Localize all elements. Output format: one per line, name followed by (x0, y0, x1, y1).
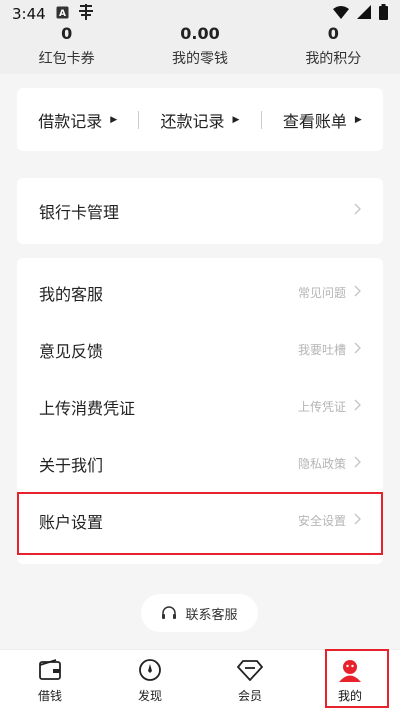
borrow-records-link[interactable]: 借款记录 ▶ (17, 108, 138, 132)
stat-coupons[interactable]: 0 红包卡券 (0, 22, 133, 74)
bank-card: 银行卡管理 (17, 178, 383, 244)
svg-text:A: A (59, 9, 66, 19)
menu-row-upload-receipt[interactable]: 上传消费凭证 上传凭证 (17, 378, 383, 435)
triangle-right-icon: ▶ (354, 114, 362, 125)
stat-label: 我的零钱 (171, 51, 228, 67)
bank-card-management-row[interactable]: 银行卡管理 (17, 178, 383, 244)
row-label: 我的客服 (39, 284, 104, 304)
chevron-right-icon (354, 203, 361, 219)
stat-points[interactable]: 0 我的积分 (267, 22, 400, 74)
compass-icon (138, 657, 162, 683)
stat-label: 我的积分 (305, 51, 362, 67)
row-hint: 常见问题 (297, 286, 346, 300)
battery-icon (379, 4, 388, 24)
tab-label: 发现 (137, 689, 162, 703)
chevron-right-icon (354, 342, 361, 358)
row-hint: 我要吐槽 (297, 343, 346, 357)
tab-membership[interactable]: 会员 (200, 650, 300, 711)
record-label: 还款记录 (160, 111, 225, 131)
stat-value: 0.00 (180, 24, 220, 43)
stat-change[interactable]: 0.00 我的零钱 (133, 22, 266, 74)
chevron-right-icon (354, 285, 361, 301)
chevron-right-icon (354, 399, 361, 415)
records-card: 借款记录 ▶ 还款记录 ▶ 查看账单 ▶ (17, 88, 383, 151)
tab-mine[interactable]: 我的 (300, 650, 400, 711)
contact-service-button[interactable]: 联系客服 (141, 594, 258, 632)
stat-value: 0 (327, 24, 339, 43)
contact-label: 联系客服 (185, 607, 238, 623)
menu-row-customer-service[interactable]: 我的客服 常见问题 (17, 264, 383, 321)
app-icon (77, 4, 95, 24)
account-stats: 0 红包卡券 0.00 我的零钱 0 我的积分 (0, 22, 400, 74)
row-hint: 隐私政策 (297, 457, 346, 471)
headset-icon (161, 605, 177, 621)
a-box-icon: A (56, 6, 69, 23)
row-label: 上传消费凭证 (39, 398, 136, 418)
repay-records-link[interactable]: 还款记录 ▶ (139, 108, 260, 132)
menu-row-account-settings[interactable]: 账户设置 安全设置 (17, 492, 383, 549)
row-hint: 安全设置 (297, 514, 346, 528)
tab-label: 我的 (337, 689, 362, 703)
row-label: 意见反馈 (39, 341, 104, 361)
menu-row-feedback[interactable]: 意见反馈 我要吐槽 (17, 321, 383, 378)
chevron-right-icon (354, 513, 361, 529)
record-label: 借款记录 (38, 111, 103, 131)
menu-row-about-us[interactable]: 关于我们 隐私政策 (17, 435, 383, 492)
chevron-right-icon (354, 456, 361, 472)
wifi-icon (333, 5, 349, 23)
record-label: 查看账单 (282, 111, 347, 131)
wallet-icon (38, 657, 62, 683)
row-label: 账户设置 (39, 512, 104, 532)
tab-label: 借钱 (37, 689, 62, 703)
stat-label: 红包卡券 (38, 51, 95, 67)
row-hint: 上传凭证 (297, 400, 346, 414)
view-bill-link[interactable]: 查看账单 ▶ (262, 108, 383, 132)
tab-label: 会员 (237, 689, 262, 703)
tab-discover[interactable]: 发现 (100, 650, 200, 711)
row-label: 关于我们 (39, 455, 104, 475)
tab-borrow[interactable]: 借钱 (0, 650, 100, 711)
signal-icon (357, 5, 371, 23)
diamond-icon (237, 657, 263, 683)
bottom-tab-bar: 借钱 发现 会员 我的 (0, 649, 400, 711)
triangle-right-icon: ▶ (110, 114, 118, 125)
menu-card: 我的客服 常见问题 意见反馈 我要吐槽 上传消费凭证 上传凭证 关于我们 隐私政… (17, 258, 383, 564)
row-label: 银行卡管理 (39, 203, 120, 222)
user-icon (337, 657, 363, 683)
triangle-right-icon: ▶ (232, 114, 240, 125)
stat-value: 0 (61, 24, 73, 43)
status-time: 3:44 (12, 5, 46, 23)
